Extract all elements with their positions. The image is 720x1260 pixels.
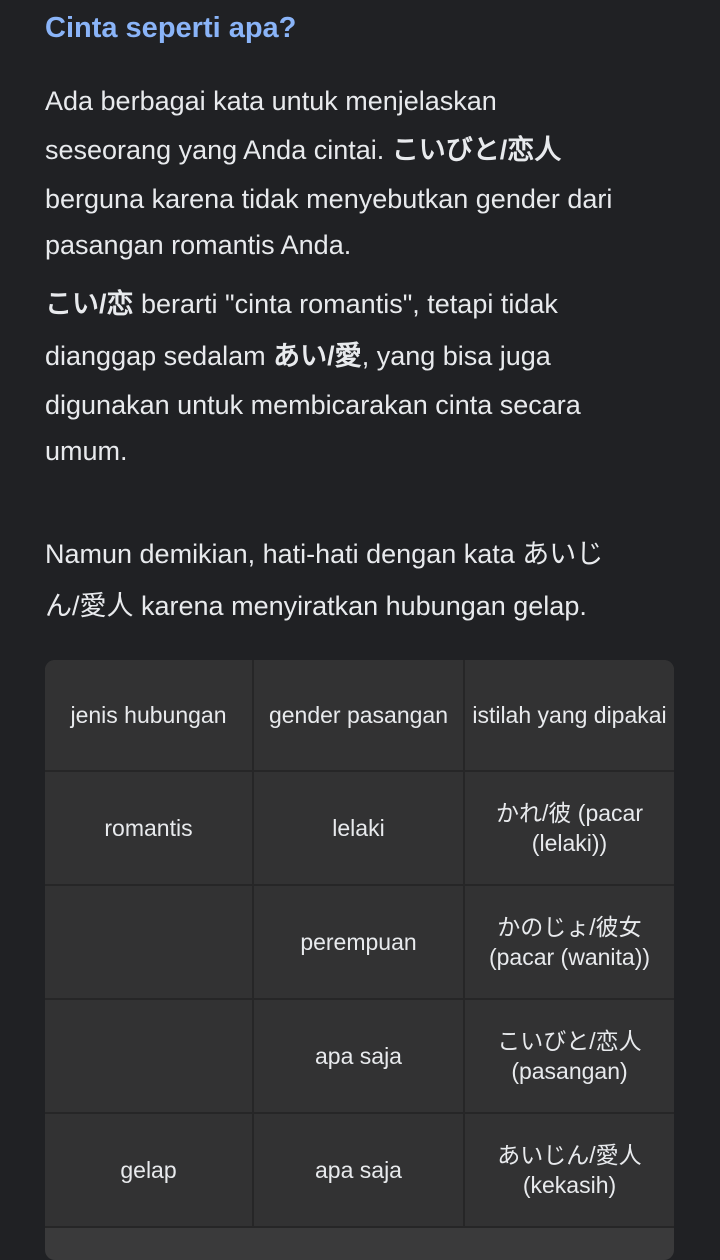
text-line: umum. bbox=[45, 436, 128, 466]
text-fragment: dianggap sedalam bbox=[45, 341, 274, 371]
table-row: romantis lelaki かれ/彼 (pacar (lelaki)) bbox=[45, 771, 674, 886]
table-row: apa saja こいびと/恋人 (pasangan) bbox=[45, 999, 674, 1114]
cell-term: かれ/彼 (pacar (lelaki)) bbox=[464, 771, 674, 886]
table: jenis hubungan gender pasangan istilah y… bbox=[45, 660, 674, 1228]
text-line: Namun demikian, hati-hati dengan kata あい… bbox=[45, 539, 604, 569]
japanese-term: こいびと/恋人 bbox=[391, 135, 562, 165]
relationship-table: jenis hubungan gender pasangan istilah y… bbox=[45, 660, 674, 1260]
table-row: gelap apa saja あいじん/愛人 (kekasih) bbox=[45, 1113, 674, 1228]
cell-gender: apa saja bbox=[253, 999, 465, 1114]
header-relationship-type: jenis hubungan bbox=[45, 660, 254, 772]
text-line: pasangan romantis Anda. bbox=[45, 230, 352, 260]
text-fragment: karena menyiratkan hubungan gelap. bbox=[133, 591, 587, 621]
japanese-term: こい/恋 bbox=[45, 289, 134, 319]
paragraph-intro: Ada berbagai kata untuk menjelaskan sese… bbox=[45, 78, 685, 268]
cell-term: かのじょ/彼女 (pacar (wanita)) bbox=[464, 885, 674, 1000]
text-line: こい/恋 berarti "cinta romantis", tetapi ti… bbox=[45, 278, 685, 330]
cell-gender: apa saja bbox=[253, 1113, 465, 1228]
cell-type bbox=[45, 999, 254, 1114]
paragraph-warning: Namun demikian, hati-hati dengan kata あい… bbox=[45, 528, 685, 632]
text-line: digunakan untuk membicarakan cinta secar… bbox=[45, 390, 581, 420]
cell-type: romantis bbox=[45, 771, 254, 886]
paragraph-koi: こい/恋 berarti "cinta romantis", tetapi ti… bbox=[45, 278, 685, 474]
cell-type: gelap bbox=[45, 1113, 254, 1228]
text-fragment: , yang bisa juga bbox=[361, 341, 551, 371]
text-fragment: berarti "cinta romantis", tetapi tidak bbox=[133, 289, 558, 319]
cell-term: あいじん/愛人 (kekasih) bbox=[464, 1113, 674, 1228]
japanese-term: あい/愛 bbox=[273, 341, 362, 371]
japanese-term: ん/愛人 bbox=[45, 591, 134, 621]
cell-term: こいびと/恋人 (pasangan) bbox=[464, 999, 674, 1114]
text-line: seseorang yang Anda cintai. こいびと/恋人 bbox=[45, 124, 685, 176]
text-line: Ada berbagai kata untuk menjelaskan bbox=[45, 86, 497, 116]
header-partner-gender: gender pasangan bbox=[253, 660, 465, 772]
cell-gender: lelaki bbox=[253, 771, 465, 886]
table-row: perempuan かのじょ/彼女 (pacar (wanita)) bbox=[45, 885, 674, 1000]
text-line: berguna karena tidak menyebutkan gender … bbox=[45, 184, 613, 214]
cell-gender: perempuan bbox=[253, 885, 465, 1000]
text-line: ん/愛人 karena menyiratkan hubungan gelap. bbox=[45, 580, 685, 632]
table-header-row: jenis hubungan gender pasangan istilah y… bbox=[45, 660, 674, 772]
cell-type bbox=[45, 885, 254, 1000]
text-fragment: seseorang yang Anda cintai. bbox=[45, 135, 392, 165]
text-line: dianggap sedalam あい/愛, yang bisa juga bbox=[45, 330, 685, 382]
header-term-used: istilah yang dipakai bbox=[464, 660, 674, 772]
section-heading: Cinta seperti apa? bbox=[45, 12, 297, 44]
